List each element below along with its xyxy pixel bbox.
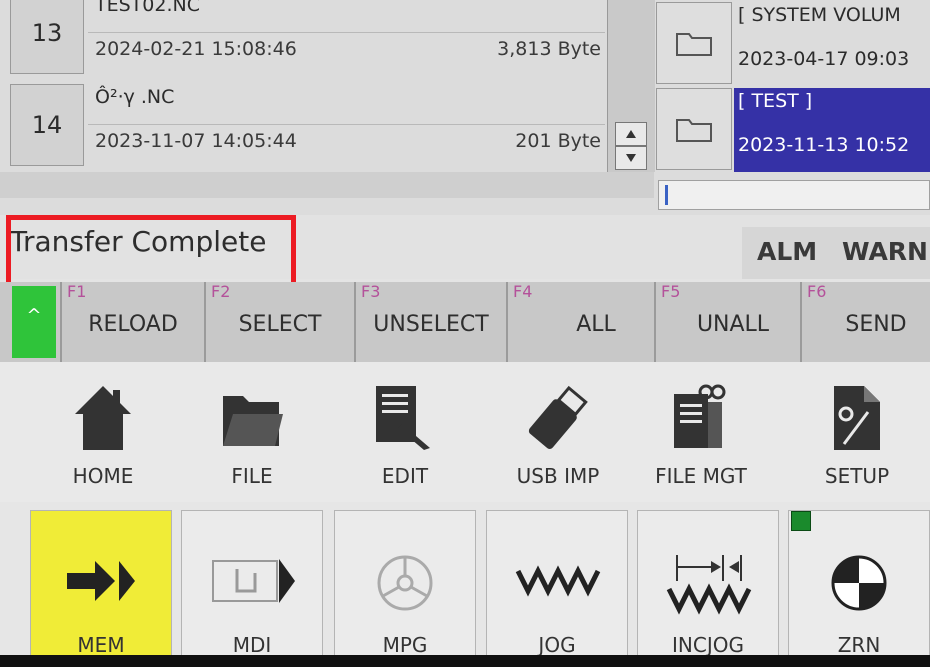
scroll-down-button[interactable] [615,146,647,170]
scroll-up-button[interactable] [615,122,647,146]
row-divider [88,124,605,125]
folder-date: 2023-11-13 10:52 [738,134,910,156]
vertical-scrollbar[interactable] [607,0,655,172]
edit-icon [340,384,470,454]
warning-indicator: WARN [842,237,928,266]
file-date: 2024-02-21 15:08:46 [95,38,297,60]
file-row[interactable]: 14 Ô²·γ .NC 2023-11-07 14:05:44 201 Byte [0,84,605,168]
fkey-all[interactable]: F4 ALL [506,282,654,362]
folder-name: [ TEST ] [738,90,813,112]
fkey-number: F3 [361,282,381,301]
highlight-annotation [6,215,296,287]
fkey-label: UNALL [696,312,770,337]
nav-file-management[interactable]: FILE MGT [636,362,766,502]
nav-label: SETUP [824,464,890,488]
bezel [0,655,930,667]
handwheel-icon [335,551,475,621]
folder-name: [ SYSTEM VOLUM [738,4,901,26]
fkey-unselect[interactable]: F3 UNSELECT [354,282,506,362]
fkey-label: ALL [576,312,616,337]
transfer-progress-bar [658,180,930,210]
alarm-indicator: ALM [757,237,818,266]
usb-icon [493,384,623,454]
nav-label: USB IMP [516,464,600,488]
file-date: 2023-11-07 14:05:44 [95,130,297,152]
cnc-screen: 13 TEST02.NC 2024-02-21 15:08:46 3,813 B… [0,0,930,667]
mode-label: ZRN [837,633,881,657]
file-row-number: 14 [10,84,84,166]
mode-incjog-button[interactable]: INCJOG [637,510,779,667]
folder-icon [656,2,732,84]
nav-usb-import[interactable]: USB IMP [493,362,623,502]
horizontal-scrollbar[interactable] [0,172,654,198]
nav-label: FILE [231,464,273,488]
file-size: 201 Byte [515,130,601,152]
folder-icon [187,384,317,454]
fkey-label: UNSELECT [373,312,489,337]
nav-file[interactable]: FILE [187,362,317,502]
mode-mem-button[interactable]: MEM [30,510,172,667]
triangle-up-icon [626,130,636,138]
folder-icon [656,88,732,170]
mode-status-indicator [791,511,811,531]
mode-selector: MEM MDI MPG JOG INCJOG ZRN [0,502,930,667]
mode-jog-button[interactable]: JOG [486,510,628,667]
row-divider [88,32,605,33]
fkey-label: SELECT [238,312,322,337]
main-navigation: HOME FILE EDIT USB IMP FILE MGT SETUP [0,362,930,502]
nav-label: FILE MGT [655,464,747,488]
file-name: Ô²·γ .NC [95,86,175,108]
function-key-bar: ^ F1 RELOAD F2 SELECT F3 UNSELECT F4 ALL… [0,282,930,362]
fkey-send[interactable]: F6 SEND [800,282,930,362]
nav-label: HOME [72,464,134,488]
fkey-number: F5 [661,282,681,301]
mode-zrn-button[interactable]: ZRN [788,510,930,667]
mode-label: INCJOG [672,633,744,657]
progress-indicator [665,185,668,205]
nav-label: EDIT [381,464,429,488]
fkey-reload[interactable]: F1 RELOAD [60,282,204,362]
nav-setup[interactable]: SETUP [792,362,922,502]
mdi-icon [182,551,322,621]
fkey-number: F4 [513,282,533,301]
fkey-label: RELOAD [88,312,178,337]
file-mgt-icon [636,384,766,454]
expand-caret-button[interactable]: ^ [12,286,56,358]
file-row[interactable]: 13 TEST02.NC 2024-02-21 15:08:46 3,813 B… [0,0,605,76]
home-icon [38,384,168,454]
triangle-down-icon [626,154,636,162]
nav-home[interactable]: HOME [38,362,168,502]
incjog-icon [638,551,778,621]
file-size: 3,813 Byte [497,38,601,60]
fkey-number: F6 [807,282,827,301]
folder-row-selected[interactable]: [ TEST ] 2023-11-13 10:52 [656,88,930,172]
mode-label: JOG [538,633,576,657]
status-bar: Transfer Complete ALM WARN [0,215,930,287]
file-list-area: 13 TEST02.NC 2024-02-21 15:08:46 3,813 B… [0,0,930,215]
zigzag-icon [487,551,627,621]
mode-label: MPG [382,633,428,657]
mode-mdi-button[interactable]: MDI [181,510,323,667]
zero-return-icon [789,551,929,621]
fkey-unall[interactable]: F5 UNALL [654,282,800,362]
file-row-number: 13 [10,0,84,74]
mode-label: MEM [77,633,125,657]
fkey-label: SEND [845,312,907,337]
setup-icon [792,384,922,454]
file-name: TEST02.NC [95,0,200,16]
folder-date: 2023-04-17 09:03 [738,48,910,70]
mode-label: MDI [232,633,272,657]
fkey-number: F1 [67,282,87,301]
nav-edit[interactable]: EDIT [340,362,470,502]
arrow-right-icon [31,551,171,621]
fkey-number: F2 [211,282,231,301]
fkey-select[interactable]: F2 SELECT [204,282,354,362]
folder-row[interactable]: [ SYSTEM VOLUM 2023-04-17 09:03 [656,2,930,86]
mode-mpg-button[interactable]: MPG [334,510,476,667]
